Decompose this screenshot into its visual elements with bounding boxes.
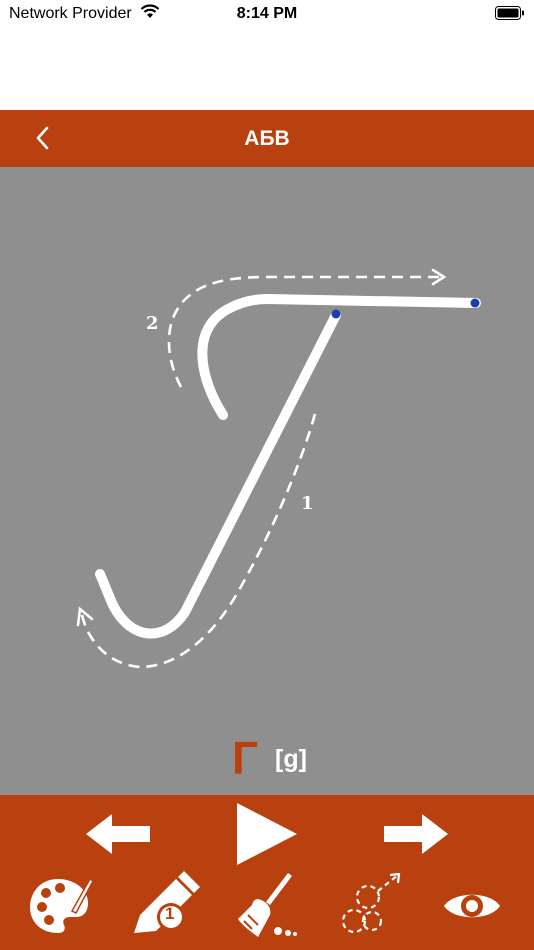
preview-button[interactable] [442,887,502,930]
letter-sound: [g] [275,745,307,773]
battery-icon [495,6,525,25]
clear-button[interactable] [236,871,298,944]
play-icon [237,803,297,865]
stroke-number-1: 1 [301,493,314,514]
tracing-canvas[interactable]: 1 2 Г [g] [0,167,534,795]
trace-path-button[interactable] [338,872,404,944]
guide-path-1 [80,413,317,669]
eye-icon [444,894,500,918]
arrow-right-icon [384,814,448,854]
letter-info: Г [g] [0,735,534,783]
start-dot-1 [331,309,341,319]
pencil-badge: 1 [165,904,175,923]
play-button[interactable] [235,801,299,872]
stroke-number-2: 2 [146,313,159,334]
pencil-button[interactable]: 1 [130,871,200,942]
arrow-left-icon [86,814,150,854]
broom-icon [238,873,297,937]
page-title: АБВ [244,127,290,150]
nav-bar: АБВ [0,110,534,167]
clock-label: 8:14 PM [236,5,298,22]
status-bar: Network Provider 8:14 PM [0,0,534,28]
letter-stroke-1 [95,310,341,639]
previous-button[interactable] [84,812,152,861]
bottom-toolbar: 1 [0,795,534,950]
palette-icon [30,877,94,933]
color-palette-button[interactable] [28,875,94,940]
letter-glyph: Г [232,732,259,784]
start-dot-2 [470,298,480,308]
trace-path-icon [341,872,401,934]
letter-tracing-diagram: 1 2 [76,268,481,669]
header-spacer [0,28,534,110]
next-button[interactable] [382,812,450,861]
